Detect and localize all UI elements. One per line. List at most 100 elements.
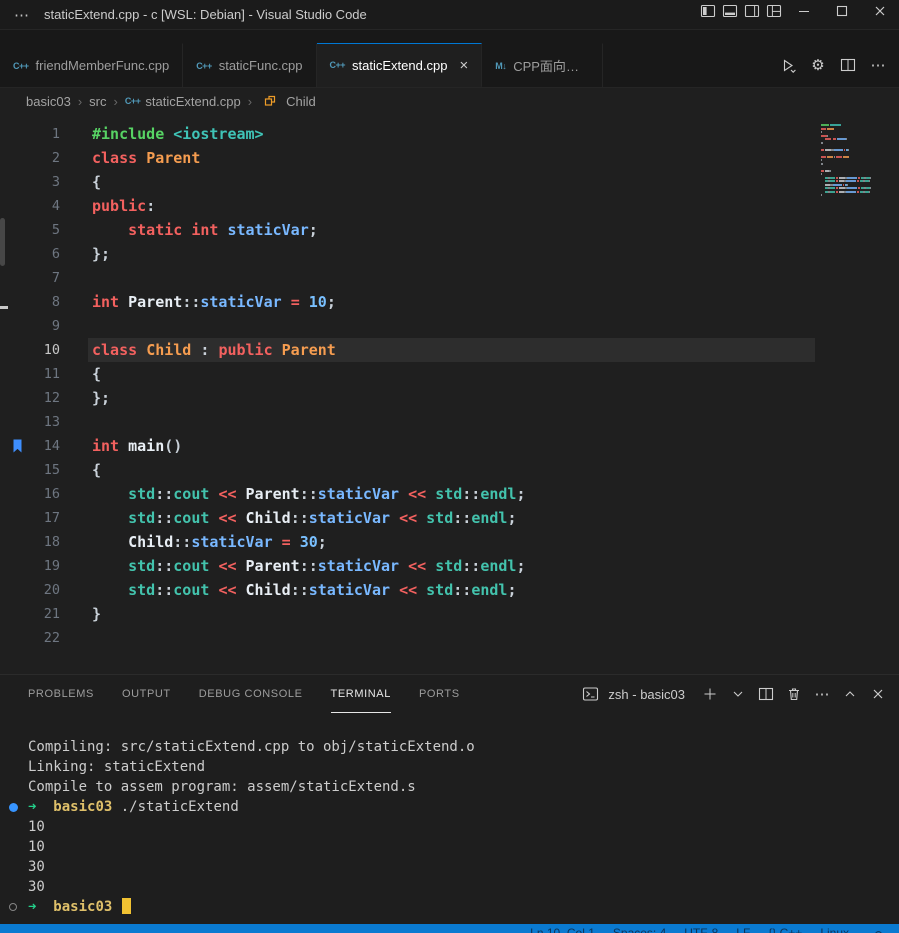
toggle-primary-sidebar-icon[interactable]	[697, 0, 719, 22]
bookmark-icon	[12, 439, 23, 453]
line-number: 13	[0, 410, 60, 434]
terminal-line: Compiling: src/staticExtend.cpp to obj/s…	[28, 737, 899, 757]
settings-icon[interactable]: ⚙	[807, 54, 829, 76]
line-number: 15	[0, 458, 60, 482]
code-line[interactable]: 4public:	[0, 194, 815, 218]
cpp-file-icon: C++	[125, 96, 141, 106]
code-line[interactable]: 6};	[0, 242, 815, 266]
new-terminal-icon[interactable]	[699, 683, 721, 705]
code-line[interactable]: 7	[0, 266, 815, 290]
maximize-panel-icon[interactable]	[839, 683, 861, 705]
breadcrumb-separator-icon: ›	[114, 94, 118, 109]
status-item--c-[interactable]: {} C++	[768, 925, 802, 933]
cpp-file-icon: C++	[330, 60, 346, 70]
breadcrumb-item-staticExtend.cpp[interactable]: C++staticExtend.cpp	[125, 94, 241, 109]
status-item-linux[interactable]: Linux	[820, 925, 849, 933]
terminal-line: 30	[28, 857, 899, 877]
more-icon[interactable]: ⋯	[811, 683, 833, 705]
more-icon[interactable]: ⋯	[867, 54, 889, 76]
code-line[interactable]: 16 std::cout << Parent::staticVar << std…	[0, 482, 815, 506]
breadcrumb-item-basic03[interactable]: basic03	[26, 94, 71, 109]
code-text: class Parent	[60, 146, 200, 170]
kill-terminal-icon[interactable]	[783, 683, 805, 705]
split-editor-icon[interactable]	[837, 54, 859, 76]
code-line[interactable]: 17 std::cout << Child::staticVar << std:…	[0, 506, 815, 530]
line-number: 7	[0, 266, 60, 290]
code-line[interactable]: 13	[0, 410, 815, 434]
class-symbol-icon	[259, 90, 281, 112]
code-line[interactable]: 3{	[0, 170, 815, 194]
minimize-icon[interactable]	[785, 0, 823, 22]
panel-tab-output[interactable]: OUTPUT	[122, 675, 171, 713]
code-line[interactable]: 21}	[0, 602, 815, 626]
code-line[interactable]: 20 std::cout << Child::staticVar << std:…	[0, 578, 815, 602]
code-line[interactable]: 1#include <iostream>	[0, 122, 815, 146]
status-item-ln-10-col-1[interactable]: Ln 10, Col 1	[530, 925, 595, 933]
code-editor[interactable]: 1#include <iostream>2class Parent3{4publ…	[0, 114, 899, 674]
code-line[interactable]: 10class Child : public Parent	[0, 338, 815, 362]
editor-actions: ⚙⋯	[767, 43, 899, 87]
line-number: 16	[0, 482, 60, 506]
panel-tabs: PROBLEMS OUTPUT DEBUG CONSOLE TERMINAL PORTS	[28, 675, 460, 713]
breadcrumb-item-src[interactable]: src	[89, 94, 106, 109]
code-text	[60, 626, 92, 650]
command-decoration-icon[interactable]	[9, 903, 17, 911]
code-line[interactable]: 2class Parent	[0, 146, 815, 170]
code-text: static int staticVar;	[60, 218, 318, 242]
maximize-icon[interactable]	[823, 0, 861, 22]
terminal-icon	[579, 683, 601, 705]
tab-friendMemberFunc.cpp[interactable]: C++friendMemberFunc.cpp	[0, 43, 183, 87]
breadcrumb-item-Child[interactable]: Child	[259, 90, 316, 112]
line-number: 19	[0, 554, 60, 578]
tab-staticFunc.cpp[interactable]: C++staticFunc.cpp	[183, 43, 316, 87]
status-item-lf[interactable]: LF	[736, 925, 750, 933]
code-text: };	[60, 242, 110, 266]
code-line[interactable]: 22	[0, 626, 815, 650]
code-text: Child::staticVar = 30;	[60, 530, 327, 554]
tab-close-button[interactable]: ×	[459, 57, 468, 74]
toggle-panel-icon[interactable]	[719, 0, 741, 22]
line-number: 21	[0, 602, 60, 626]
tab-CPP面向对象.md[interactable]: M↓CPP面向对象.md	[482, 43, 603, 87]
close-icon[interactable]	[861, 0, 899, 22]
code-line[interactable]: 9	[0, 314, 815, 338]
terminal-cursor	[122, 898, 131, 914]
menu-more-icon[interactable]: ⋯	[0, 6, 44, 24]
code-text: std::cout << Parent::staticVar << std::e…	[60, 554, 526, 578]
status-item-spaces-4[interactable]: Spaces: 4	[613, 925, 666, 933]
breadcrumb-separator-icon: ›	[78, 94, 82, 109]
breadcrumb-separator-icon: ›	[248, 94, 252, 109]
close-panel-icon[interactable]	[867, 683, 889, 705]
command-decoration-icon[interactable]	[9, 803, 18, 812]
panel-tab-debug-console[interactable]: DEBUG CONSOLE	[199, 675, 303, 713]
titlebar: ⋯ staticExtend.cpp - c [WSL: Debian] - V…	[0, 0, 899, 30]
toggle-secondary-sidebar-icon[interactable]	[741, 0, 763, 22]
split-terminal-icon[interactable]	[755, 683, 777, 705]
code-line[interactable]: 14int main()	[0, 434, 815, 458]
code-line[interactable]: 12};	[0, 386, 815, 410]
line-number: 8	[0, 290, 60, 314]
code-line[interactable]: 8int Parent::staticVar = 10;	[0, 290, 815, 314]
panel-tab-ports[interactable]: PORTS	[419, 675, 460, 713]
terminal-output[interactable]: Compiling: src/staticExtend.cpp to obj/s…	[0, 713, 899, 924]
panel-tab-terminal[interactable]: TERMINAL	[331, 675, 391, 713]
code-line[interactable]: 5 static int staticVar;	[0, 218, 815, 242]
line-number: 4	[0, 194, 60, 218]
bell-icon[interactable]	[867, 925, 889, 933]
code-line[interactable]: 18 Child::staticVar = 30;	[0, 530, 815, 554]
terminal-selector[interactable]: zsh - basic03	[579, 683, 685, 705]
code-line[interactable]: 19 std::cout << Parent::staticVar << std…	[0, 554, 815, 578]
breadcrumb-label: Child	[286, 94, 316, 109]
code-line[interactable]: 15{	[0, 458, 815, 482]
launch-profile-icon[interactable]	[727, 683, 749, 705]
line-number: 10	[0, 338, 60, 362]
panel-tab-problems[interactable]: PROBLEMS	[28, 675, 94, 713]
tab-staticExtend.cpp[interactable]: C++staticExtend.cpp×	[317, 43, 483, 87]
run-icon[interactable]	[777, 54, 799, 76]
minimap[interactable]	[821, 124, 879, 201]
status-item-utf-8[interactable]: UTF-8	[684, 925, 718, 933]
tab-label: staticFunc.cpp	[219, 58, 303, 73]
code-line[interactable]: 11{	[0, 362, 815, 386]
breadcrumb-label: basic03	[26, 94, 71, 109]
customize-layout-icon[interactable]	[763, 0, 785, 22]
